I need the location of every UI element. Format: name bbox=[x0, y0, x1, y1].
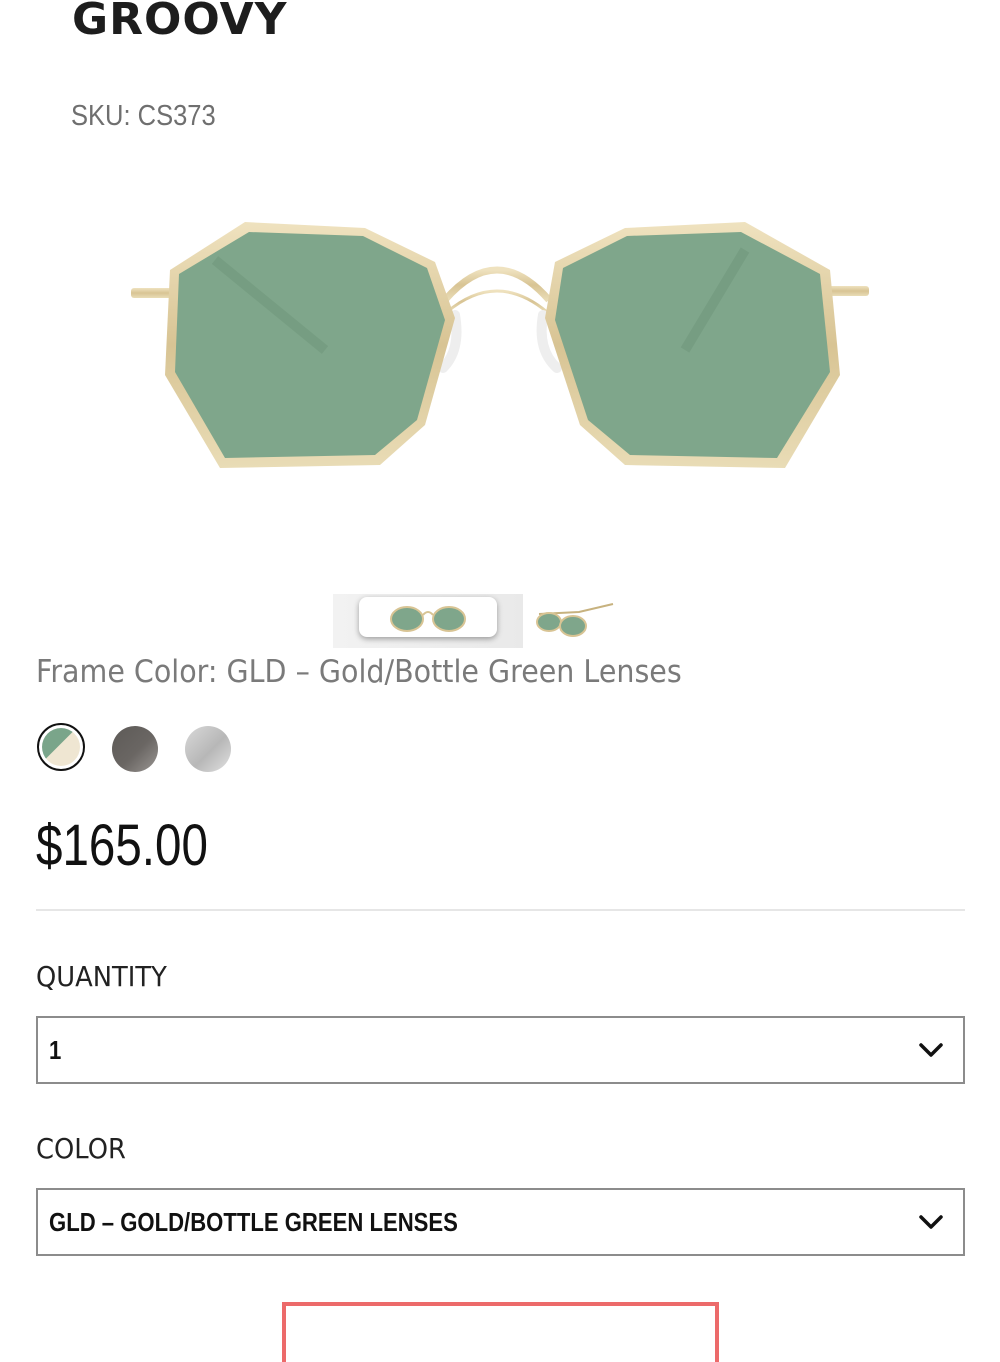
swatch-gold-bottle-green[interactable] bbox=[37, 723, 85, 771]
thumbnail-front-image bbox=[390, 606, 466, 632]
swatch-dot bbox=[42, 728, 80, 766]
product-title: GROOVY bbox=[72, 0, 288, 45]
add-to-cart-button[interactable] bbox=[282, 1302, 719, 1362]
frame-color-text: Frame Color: GLD – Gold/Bottle Green Len… bbox=[36, 654, 682, 690]
product-sku: SKU: CS373 bbox=[71, 100, 216, 132]
chevron-down-icon bbox=[919, 1215, 943, 1229]
product-main-image bbox=[131, 222, 869, 468]
swatch-silver[interactable] bbox=[185, 726, 231, 772]
color-select[interactable]: GLD – GOLD/BOTTLE GREEN LENSES bbox=[36, 1188, 965, 1256]
color-value: GLD – GOLD/BOTTLE GREEN LENSES bbox=[49, 1207, 458, 1237]
quantity-label: QUANTITY bbox=[36, 960, 167, 993]
thumbnail-strip bbox=[333, 594, 623, 648]
quantity-select[interactable]: 1 bbox=[36, 1016, 965, 1084]
quantity-value: 1 bbox=[49, 1035, 62, 1065]
thumbnail-front[interactable] bbox=[333, 594, 523, 648]
chevron-down-icon bbox=[919, 1043, 943, 1057]
swatch-dark-grey[interactable] bbox=[112, 726, 158, 772]
divider bbox=[36, 909, 965, 911]
product-price: $165.00 bbox=[36, 813, 208, 878]
thumbnail-side[interactable] bbox=[529, 600, 619, 642]
color-label: COLOR bbox=[36, 1132, 126, 1165]
